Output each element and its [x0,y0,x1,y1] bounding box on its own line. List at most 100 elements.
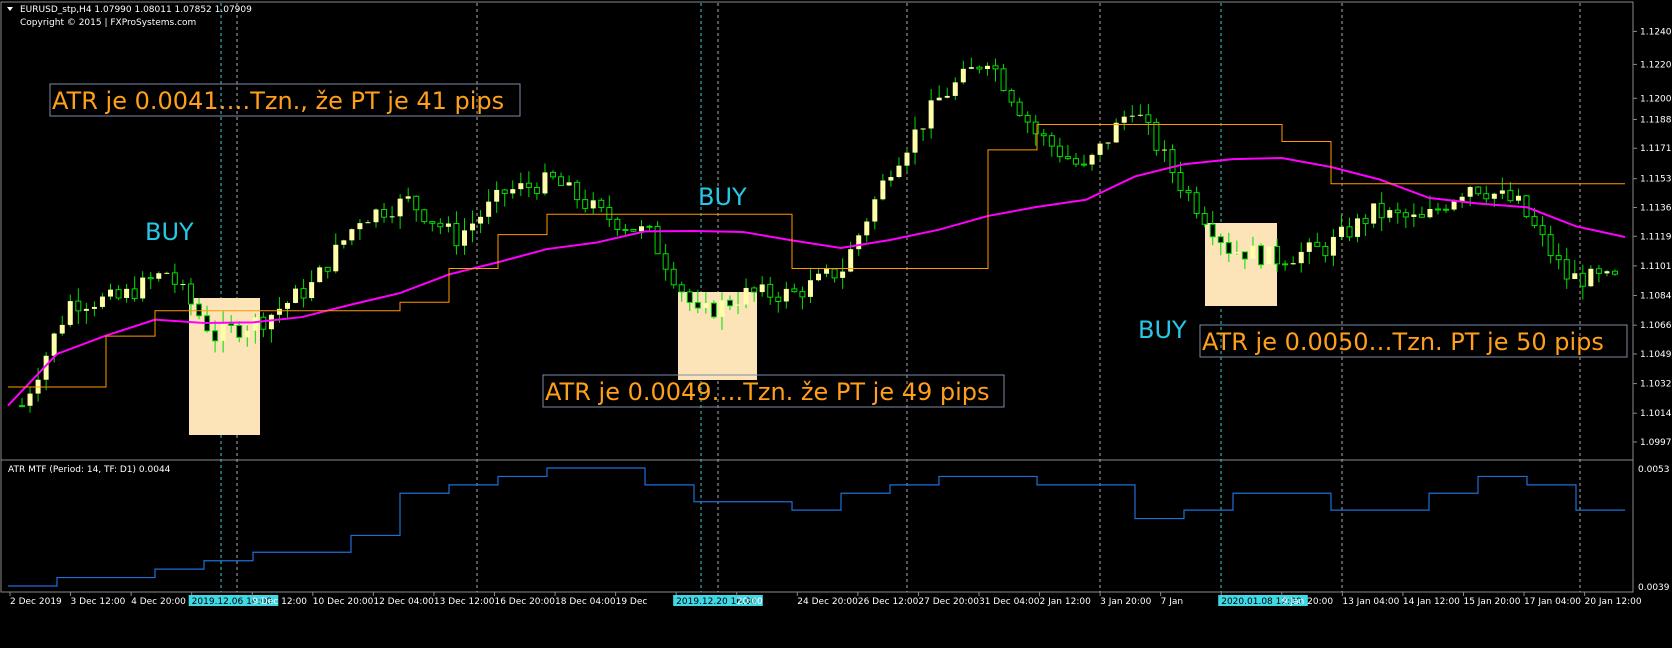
candle-bull [478,216,484,224]
time-axis-label: 13 Dec 12:00 [434,597,495,607]
price-axis-label: 1.11190 [1640,232,1672,242]
candle-bull [888,177,894,181]
candle-bull [99,296,105,307]
candle-bear [1274,245,1281,265]
candle-bull [317,267,323,283]
candle-bear [1435,208,1441,211]
candle-bull [357,223,363,230]
candle-bear [1048,135,1055,147]
candle-bull [1572,273,1578,280]
time-axis-label: 9 Dec 12:00 [252,597,307,607]
candle-bear [1072,158,1079,165]
atr-mtf-line [8,467,1625,587]
time-axis-label: 26 Dec 12:00 [858,597,919,607]
candle-bull [1105,142,1111,144]
candle-bear [171,272,178,285]
candle-bull [518,183,524,190]
candle-bear [525,182,532,188]
candle-bear [19,405,25,408]
candle-bull [936,97,942,101]
candle-bull [108,289,113,297]
candle-bear [606,207,613,220]
price-axis-label: 1.10320 [1640,380,1672,390]
candle-bull [252,317,258,331]
candle-bull [389,216,395,218]
candle-bear [1056,145,1063,158]
candle-bull [486,201,492,217]
time-axis-label: 27 Dec 20:00 [918,597,979,607]
candle-bull [1234,251,1240,254]
buy-label-3[interactable]: BUY [1138,316,1187,344]
candle-bear [574,181,581,201]
candle-bear [1539,225,1546,236]
candle-bull [67,301,73,325]
candle-bull [180,284,186,286]
atr-note-2[interactable]: ATR je 0.0049….Tzn. že PT je 49 pips [545,378,990,406]
candle-bull [984,65,990,70]
candle-bull [244,330,250,338]
candle-bear [799,291,806,298]
candle-bear [147,277,154,280]
candle-bear [670,268,677,286]
candle-bull [510,189,516,194]
candle-bear [1000,68,1007,92]
candle-bull [807,280,813,297]
candle-bear [550,171,556,178]
atr-note-3[interactable]: ATR je 0.0050…Tzn. PT je 50 pips [1202,328,1604,356]
indicator-axis-bottom: 0.0039 [1638,583,1670,593]
candle-bear [630,228,637,232]
indicator-axis-top: 0.0053 [1638,465,1670,475]
candle-bull [968,67,974,69]
time-axis-label: 20:00 [737,597,763,607]
candle-bear [1475,186,1482,195]
price-chart[interactable]: 1.12400 1.12205 1.12005 1.11880 1.11710 1.115… [0,0,1672,648]
price-axis-label: 1.12205 [1640,60,1672,70]
candle-bull [1491,193,1497,199]
candle-bear [1064,156,1071,160]
candle-bull [824,269,830,274]
price-axis-label: 1.10145 [1640,409,1672,419]
candle-bear [1193,192,1200,215]
candle-bear [1225,242,1232,254]
candle-bull [1089,154,1095,165]
atr-note-1[interactable]: ATR je 0.0041….Tzn., že PT je 41 pips [52,87,504,115]
buy-label-2[interactable]: BUY [698,183,747,211]
indicator-title: ATR MTF (Period: 14, TF: D1) 0.0044 [8,465,171,475]
candle-bull [1306,242,1312,252]
price-axis-label: 1.10840 [1640,292,1672,302]
candle-bear [228,323,235,327]
time-axis-label: 2 Dec 2019 [10,597,62,607]
chart-menu-arrow-icon[interactable] [7,7,13,11]
candle-bear [1402,212,1409,218]
candle-bull [164,272,170,274]
candle-bear [501,189,508,194]
candle-bear [437,222,444,228]
candle-bull [1371,203,1377,224]
candle-bull [1427,208,1433,218]
candle-bear [614,218,621,230]
candle-bull [542,172,548,194]
candle-bear [429,221,436,224]
candle-bear [1169,149,1176,174]
atr-series [8,467,1625,587]
buy-label-1[interactable]: BUY [145,218,194,246]
candle-bear [260,316,267,330]
candle-bull [703,303,709,308]
candle-bear [694,301,701,309]
candle-bear [1177,172,1184,191]
candle-bear [453,223,460,247]
candle-bear [582,199,589,209]
time-axis-label: 16 Dec 20:00 [494,597,555,607]
candle-bull [1588,268,1594,287]
candle-bull [816,273,821,281]
candle-bull [1097,143,1103,155]
time-axis-label: 18 Dec 04:00 [555,597,616,607]
candle-bull [719,300,725,317]
time-axis-label: 2 Jan 12:00 [1040,597,1092,607]
candle-bull [276,308,282,315]
candle-bear [1378,202,1385,219]
candle-bull [880,180,886,200]
time-axis-label: 14 Jan 12:00 [1403,597,1460,607]
candle-bear [1322,245,1329,257]
candle-bull [1250,245,1256,259]
